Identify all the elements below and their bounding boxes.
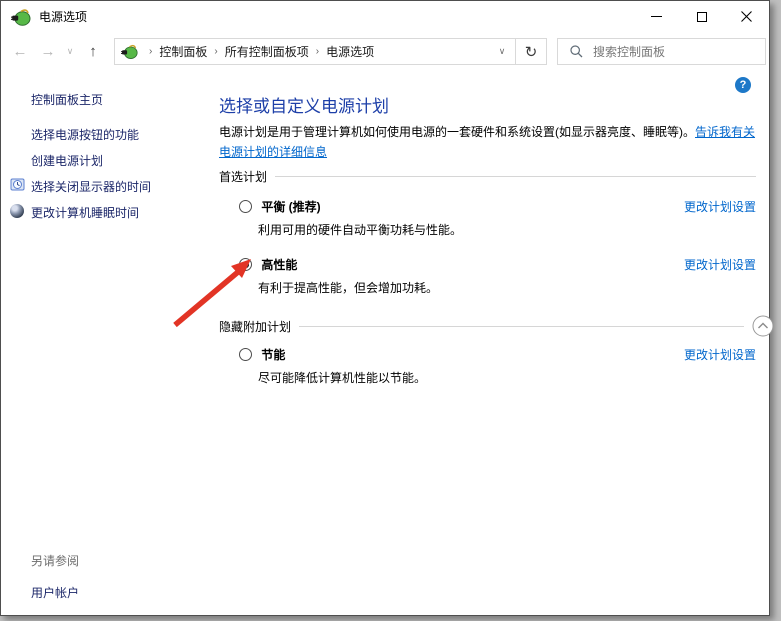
power-saver-radio[interactable] — [239, 348, 252, 361]
sidebar-item-user-accounts[interactable]: 用户帐户 — [31, 584, 79, 601]
plan-row-high-performance: 高性能 更改计划设置 — [239, 256, 756, 272]
balanced-label[interactable]: 平衡 (推荐) — [261, 200, 320, 214]
search-box[interactable] — [557, 38, 766, 65]
high-performance-description: 有利于提高性能，但会增加功耗。 — [258, 279, 438, 296]
sidebar-item-display-off-time[interactable]: 选择关闭显示器的时间 — [31, 178, 151, 195]
balanced-radio[interactable] — [239, 200, 252, 213]
main-content: ? 选择或自定义电源计划 电源计划是用于管理计算机如何使用电源的一套硬件和系统设… — [219, 70, 756, 615]
navigation-bar: ← → ∨ ↑ › 控制面板 › 所有控制面板项 › 电源选项 ∨ ↻ — [1, 32, 769, 70]
search-icon — [570, 45, 583, 58]
power-saver-label[interactable]: 节能 — [261, 348, 285, 362]
change-plan-settings-link-high-performance[interactable]: 更改计划设置 — [684, 256, 756, 273]
intro-description: 电源计划是用于管理计算机如何使用电源的一套硬件和系统设置(如显示器亮度、睡眠等)… — [219, 125, 695, 139]
sleep-sphere-icon — [10, 204, 24, 218]
up-arrow-icon: ↑ — [89, 43, 97, 60]
divider — [275, 176, 756, 177]
close-button[interactable] — [724, 1, 769, 32]
sidebar-item-sleep-time[interactable]: 更改计算机睡眠时间 — [31, 204, 139, 221]
refresh-icon[interactable]: ↻ — [516, 43, 546, 61]
section-preferred-plans: 首选计划 — [219, 168, 756, 185]
breadcrumb-control-panel[interactable]: 控制面板 — [159, 43, 207, 60]
breadcrumb-chevron-icon[interactable]: › — [309, 46, 326, 57]
breadcrumb-chevron-icon[interactable]: › — [207, 46, 224, 57]
sidebar-item-create-plan[interactable]: 创建电源计划 — [31, 152, 103, 169]
search-input[interactable] — [591, 44, 765, 60]
chevron-up-circle-icon[interactable] — [752, 315, 774, 337]
titlebar: 电源选项 — [1, 1, 769, 32]
power-saver-description: 尽可能降低计算机性能以节能。 — [258, 369, 426, 386]
close-icon — [741, 11, 752, 22]
help-icon: ? — [740, 79, 747, 91]
section-preferred-label: 首选计划 — [219, 168, 267, 185]
address-dropdown-chevron-icon[interactable]: ∨ — [489, 46, 515, 57]
see-also-heading: 另请参阅 — [31, 552, 79, 569]
page-title: 选择或自定义电源计划 — [219, 92, 389, 117]
power-options-window: 电源选项 ← → ∨ ↑ › 控制面板 — [0, 0, 770, 616]
maximize-icon — [697, 12, 707, 22]
sidebar-item-control-panel-home[interactable]: 控制面板主页 — [31, 91, 103, 108]
forward-arrow-icon: → — [41, 43, 56, 60]
display-clock-icon — [10, 177, 26, 193]
help-button[interactable]: ? — [735, 77, 751, 93]
minimize-icon — [651, 16, 662, 17]
plan-row-balanced: 平衡 (推荐) 更改计划设置 — [239, 198, 756, 214]
maximize-button[interactable] — [679, 1, 724, 32]
change-plan-settings-link-balanced[interactable]: 更改计划设置 — [684, 198, 756, 215]
window-title: 电源选项 — [39, 8, 87, 25]
intro-text: 电源计划是用于管理计算机如何使用电源的一套硬件和系统设置(如显示器亮度、睡眠等)… — [219, 122, 756, 162]
sidebar-item-power-buttons[interactable]: 选择电源按钮的功能 — [31, 126, 139, 143]
plan-row-power-saver: 节能 更改计划设置 — [239, 346, 756, 362]
divider — [299, 326, 744, 327]
minimize-button[interactable] — [634, 1, 679, 32]
recent-pages-chevron-icon: ∨ — [67, 46, 74, 57]
sidebar: 控制面板主页 选择电源按钮的功能 创建电源计划 选择关闭显示器的时间 更改计算机… — [1, 70, 219, 615]
recent-pages-button[interactable]: ∨ — [61, 32, 79, 70]
power-plug-icon — [11, 7, 31, 27]
forward-button[interactable]: → — [35, 32, 61, 70]
address-bar[interactable]: › 控制面板 › 所有控制面板项 › 电源选项 ∨ ↻ — [114, 38, 547, 65]
change-plan-settings-link-power-saver[interactable]: 更改计划设置 — [684, 346, 756, 363]
section-hidden-plans: 隐藏附加计划 — [219, 315, 774, 337]
back-button[interactable]: ← — [7, 32, 33, 70]
high-performance-label[interactable]: 高性能 — [261, 258, 297, 272]
section-hidden-label: 隐藏附加计划 — [219, 318, 291, 335]
back-arrow-icon: ← — [13, 43, 28, 60]
up-button[interactable]: ↑ — [81, 32, 105, 70]
high-performance-radio[interactable] — [239, 258, 252, 271]
breadcrumb-chevron-icon[interactable]: › — [142, 46, 159, 57]
balanced-description: 利用可用的硬件自动平衡功耗与性能。 — [258, 221, 462, 238]
breadcrumb-all-items[interactable]: 所有控制面板项 — [225, 43, 309, 60]
breadcrumb-power-options[interactable]: 电源选项 — [326, 43, 374, 60]
power-plug-icon — [121, 43, 138, 60]
